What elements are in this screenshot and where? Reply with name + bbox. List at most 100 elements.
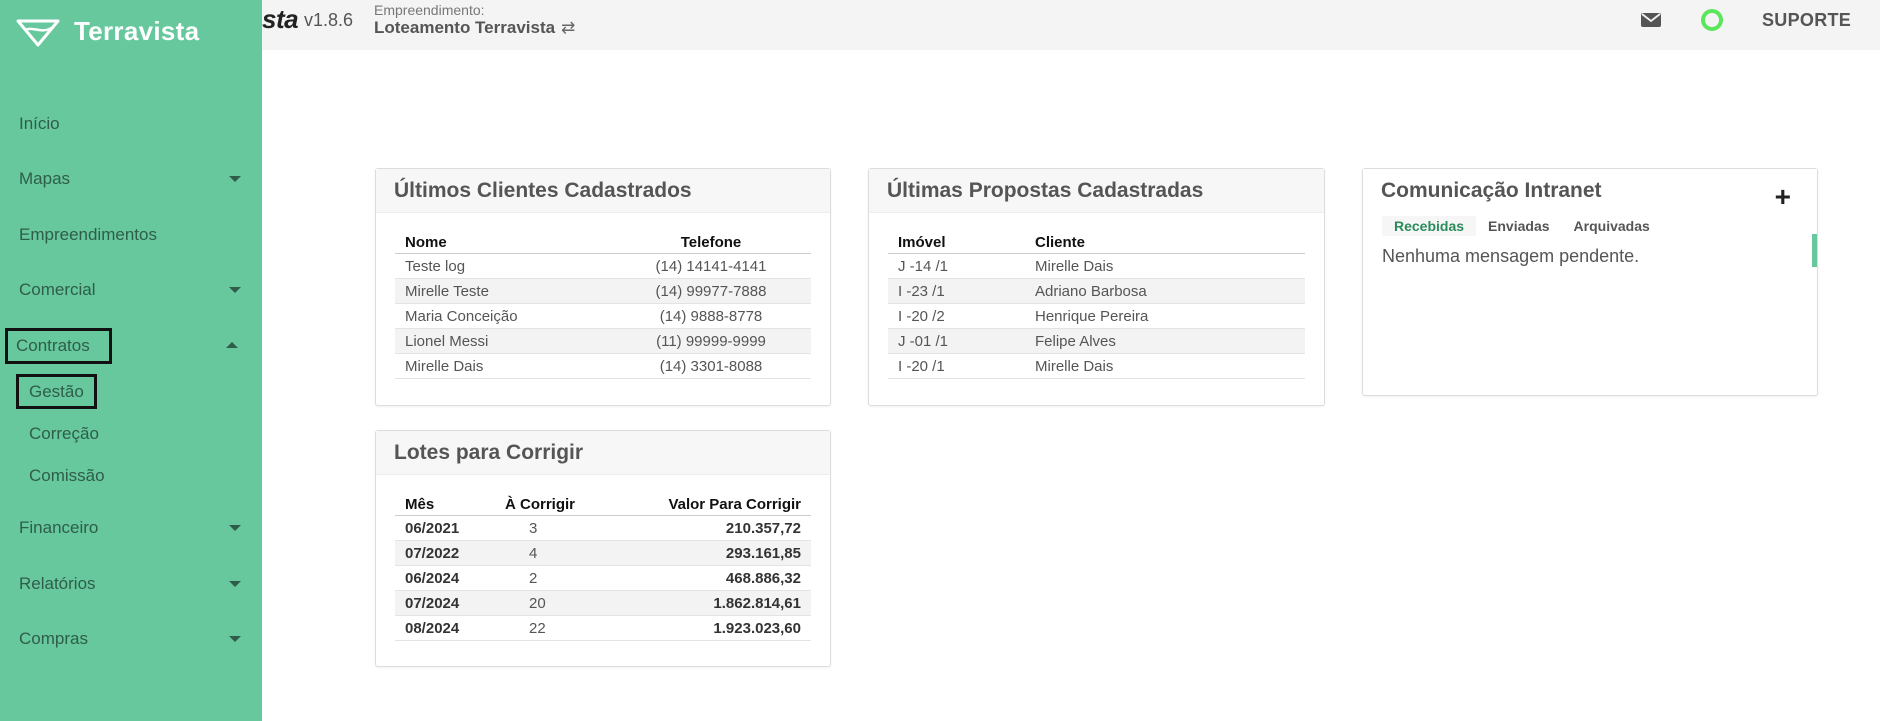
table-row[interactable]: J -01 /1 Felipe Alves: [888, 329, 1305, 354]
nav-comercial[interactable]: Comercial: [5, 273, 255, 307]
clientes-table: Nome Telefone Teste log (14) 14141-4141 …: [395, 231, 811, 379]
table-row[interactable]: 07/2022 4 293.161,85: [395, 541, 811, 566]
nav-compras[interactable]: Compras: [5, 622, 255, 656]
empreendimento-selector[interactable]: Loteamento Terravista ⇄: [374, 18, 575, 38]
cell-a-corrigir: 22: [529, 619, 546, 637]
table-body: 06/2021 3 210.357,72 07/2022 4 293.161,8…: [395, 516, 811, 641]
table-row[interactable]: Mirelle Dais (14) 3301-8088: [395, 354, 811, 379]
table-row[interactable]: I -23 /1 Adriano Barbosa: [888, 279, 1305, 304]
terravista-logo-icon: [16, 19, 60, 46]
card-title: Lotes para Corrigir: [376, 431, 830, 475]
cell-valor: 1.862.814,61: [713, 594, 801, 612]
cell-mes: 07/2024: [405, 594, 460, 612]
table-row[interactable]: 06/2021 3 210.357,72: [395, 516, 811, 541]
intranet-card: Comunicação Intranet + Recebidas Enviada…: [1362, 168, 1818, 396]
plus-icon[interactable]: +: [1775, 183, 1791, 211]
nav-label: Mapas: [19, 169, 71, 188]
suporte-button[interactable]: SUPORTE: [1762, 10, 1851, 31]
nav-relatorios[interactable]: Relatórios: [5, 567, 255, 601]
cell-telefone: (14) 9888-8778: [659, 307, 763, 325]
cell-a-corrigir: 3: [529, 519, 538, 537]
nav-label: Início: [19, 114, 60, 133]
table-row[interactable]: Teste log (14) 14141-4141: [395, 254, 811, 279]
cell-cliente: Henrique Pereira: [1035, 307, 1149, 325]
tab-arquivadas[interactable]: Arquivadas: [1562, 216, 1662, 236]
cell-valor: 293.161,85: [725, 544, 801, 562]
nav-sub-comissao[interactable]: Comissão: [19, 460, 115, 492]
propostas-card: Últimas Propostas Cadastradas Imóvel Cli…: [868, 168, 1325, 406]
cell-telefone: (14) 99977-7888: [655, 282, 767, 300]
cell-a-corrigir: 20: [529, 594, 546, 612]
empreendimento-label: Empreendimento:: [374, 2, 485, 18]
nav-label: Compras: [19, 629, 88, 648]
table-header: Mês À Corrigir Valor Para Corrigir: [395, 493, 811, 516]
cell-mes: 06/2021: [405, 519, 460, 537]
cell-cliente: Adriano Barbosa: [1035, 282, 1147, 300]
table-row[interactable]: J -14 /1 Mirelle Dais: [888, 254, 1305, 279]
table-row[interactable]: 06/2024 2 468.886,32: [395, 566, 811, 591]
nav-inicio[interactable]: Início: [5, 107, 255, 141]
tab-recebidas[interactable]: Recebidas: [1382, 216, 1477, 236]
swap-icon[interactable]: ⇄: [561, 18, 575, 38]
scrollbar[interactable]: [1812, 234, 1817, 267]
empty-message: Nenhuma mensagem pendente.: [1382, 246, 1640, 266]
tab-enviadas[interactable]: Enviadas: [1476, 216, 1561, 236]
cell-imovel: J -14 /1: [898, 257, 949, 275]
cell-mes: 06/2024: [405, 569, 460, 587]
cell-telefone: (14) 14141-4141: [655, 257, 767, 275]
table-body: J -14 /1 Mirelle Dais I -23 /1 Adriano B…: [888, 254, 1305, 379]
cell-valor: 468.886,32: [725, 569, 801, 587]
cell-valor: 210.357,72: [725, 519, 801, 537]
table-row[interactable]: Mirelle Teste (14) 99977-7888: [395, 279, 811, 304]
table-row[interactable]: I -20 /1 Mirelle Dais: [888, 354, 1305, 379]
table-body: Teste log (14) 14141-4141 Mirelle Teste …: [395, 254, 811, 379]
online-status-icon[interactable]: [1701, 9, 1723, 31]
cell-valor: 1.923.023,60: [713, 619, 801, 637]
cell-cliente: Mirelle Dais: [1035, 357, 1114, 375]
table-header: Nome Telefone: [395, 231, 811, 254]
lotes-table: Mês À Corrigir Valor Para Corrigir 06/20…: [395, 493, 811, 641]
message-list: Nenhuma mensagem pendente.: [1363, 234, 1817, 395]
cell-imovel: J -01 /1: [898, 332, 949, 350]
column-header: Mês: [405, 495, 435, 513]
nav-label: Comissão: [29, 466, 105, 485]
nav-sub-gestao[interactable]: Gestão: [16, 374, 97, 409]
cell-nome: Mirelle Teste: [405, 282, 489, 300]
cell-imovel: I -20 /2: [898, 307, 945, 325]
nav-mapas[interactable]: Mapas: [5, 162, 255, 196]
cell-telefone: (11) 99999-9999: [656, 332, 766, 350]
cell-nome: Mirelle Dais: [405, 357, 484, 375]
brand-name: Terravista: [74, 16, 200, 46]
nav-label: Relatórios: [19, 574, 96, 593]
table-row[interactable]: I -20 /2 Henrique Pereira: [888, 304, 1305, 329]
cell-nome: Maria Conceição: [405, 307, 518, 325]
empreendimento-name: Loteamento Terravista: [374, 18, 556, 37]
cell-nome: Teste log: [405, 257, 466, 275]
nav-label: Correção: [29, 424, 99, 443]
nav-label: Financeiro: [19, 518, 99, 537]
chevron-down-icon: [229, 525, 241, 531]
propostas-table: Imóvel Cliente J -14 /1 Mirelle Dais I -…: [888, 231, 1305, 379]
column-header: Telefone: [680, 233, 742, 251]
nav-sub-correcao[interactable]: Correção: [19, 418, 109, 450]
card-title: Últimas Propostas Cadastradas: [869, 169, 1324, 213]
table-row[interactable]: Maria Conceição (14) 9888-8778: [395, 304, 811, 329]
logo[interactable]: Terravista: [16, 16, 199, 47]
nav-empreendimentos[interactable]: Empreendimentos: [5, 218, 255, 252]
card-title: Últimos Clientes Cadastrados: [376, 169, 830, 213]
nav-financeiro[interactable]: Financeiro: [5, 511, 255, 545]
cell-mes: 08/2024: [405, 619, 460, 637]
sidebar: Terravista Início Mapas Empreendimentos …: [0, 0, 262, 721]
table-row[interactable]: 08/2024 22 1.923.023,60: [395, 616, 811, 641]
brand-text-partial: sta: [262, 4, 299, 34]
mail-icon[interactable]: [1641, 12, 1661, 28]
nav-label: Comercial: [19, 280, 96, 299]
chevron-up-icon[interactable]: [226, 342, 238, 348]
table-row[interactable]: 07/2024 20 1.862.814,61: [395, 591, 811, 616]
cell-a-corrigir: 4: [529, 544, 538, 562]
card-title: Comunicação Intranet: [1363, 169, 1817, 213]
chevron-down-icon: [229, 636, 241, 642]
nav-contratos[interactable]: Contratos: [5, 328, 112, 364]
cell-cliente: Felipe Alves: [1035, 332, 1116, 350]
table-row[interactable]: Lionel Messi (11) 99999-9999: [395, 329, 811, 354]
